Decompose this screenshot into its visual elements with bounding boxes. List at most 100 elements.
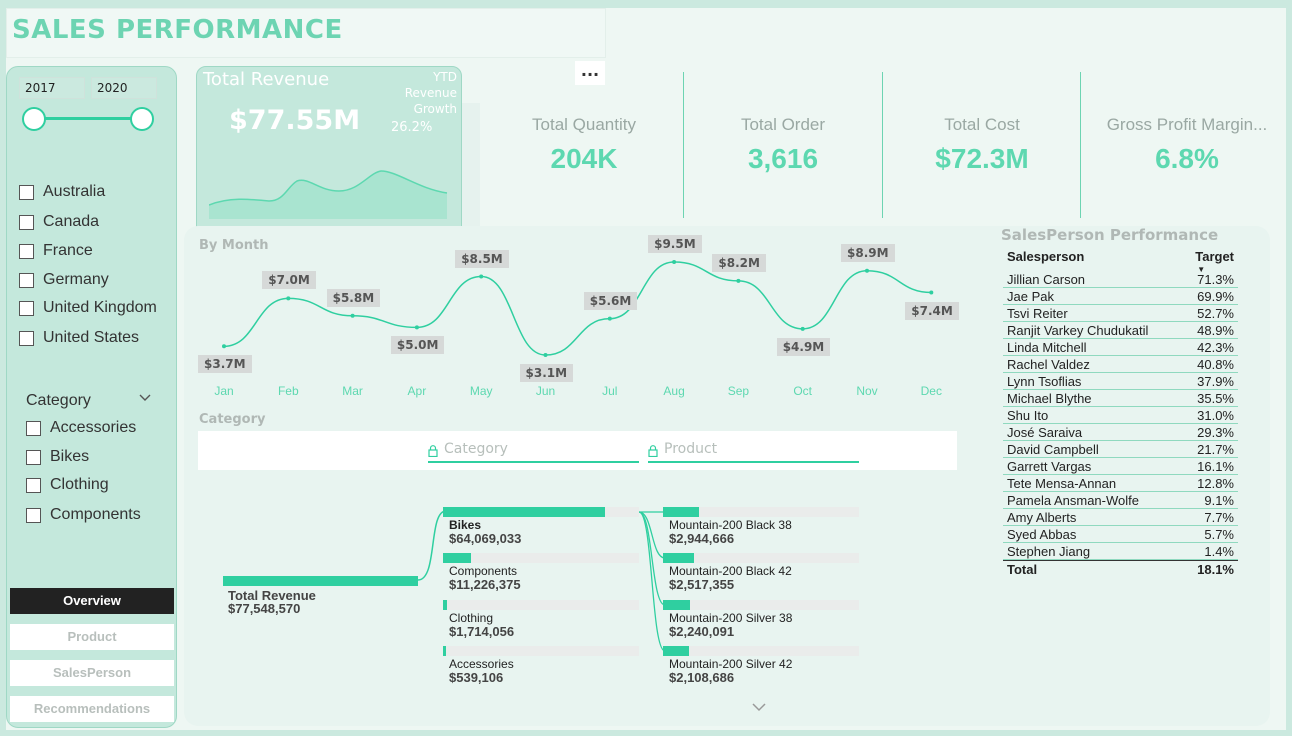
- salesperson-name: Pamela Ansman-Wolfe: [1007, 493, 1139, 508]
- checkbox[interactable]: [26, 507, 41, 523]
- table-row[interactable]: Lynn Tsoflias 37.9%: [1003, 373, 1238, 390]
- x-tick-label: Apr: [407, 384, 427, 398]
- x-tick-label: Jun: [535, 384, 556, 398]
- table-row[interactable]: Linda Mitchell 42.3%: [1003, 339, 1238, 356]
- category-level-field[interactable]: Category: [428, 441, 639, 463]
- salesperson-target: 12.8%: [1197, 476, 1234, 491]
- by-month-line-chart: [222, 260, 934, 357]
- nav-salesperson-button[interactable]: SalesPerson: [10, 660, 174, 686]
- category-value: $1,714,056: [449, 624, 515, 639]
- salesperson-name: David Campbell: [1007, 442, 1099, 457]
- tree-connector: [418, 510, 447, 581]
- category-checkbox-item[interactable]: Components: [26, 506, 141, 524]
- data-point: [414, 325, 419, 330]
- x-tick-label: Dec: [920, 384, 942, 398]
- checkbox[interactable]: [26, 420, 41, 436]
- category-bar[interactable]: [443, 507, 605, 517]
- salesperson-name: Tsvi Reiter: [1007, 306, 1068, 321]
- salesperson-name: Shu Ito: [1007, 408, 1049, 423]
- chevron-down-icon[interactable]: [751, 701, 767, 713]
- table-row[interactable]: Ranjit Varkey Chudukatil 48.9%: [1003, 322, 1238, 339]
- product-value: $2,517,355: [669, 577, 735, 592]
- table-row[interactable]: Michael Blythe 35.5%: [1003, 390, 1238, 407]
- product-bar-track[interactable]: [663, 646, 859, 656]
- data-label: $3.7M: [198, 355, 252, 374]
- data-label: $7.0M: [262, 271, 316, 290]
- nav-product-button[interactable]: Product: [10, 624, 174, 650]
- salesperson-name: Tete Mensa-Annan: [1007, 476, 1117, 491]
- salesperson-target: 35.5%: [1197, 391, 1234, 406]
- table-row[interactable]: Tete Mensa-Annan 12.8%: [1003, 475, 1238, 492]
- salesperson-name: Linda Mitchell: [1007, 340, 1087, 355]
- data-point: [543, 353, 548, 357]
- product-level-field[interactable]: Product: [648, 441, 859, 463]
- connector-line: [639, 511, 666, 606]
- salesperson-target: 48.9%: [1197, 323, 1234, 338]
- table-row[interactable]: Tsvi Reiter 52.7%: [1003, 305, 1238, 322]
- salesperson-target: 37.9%: [1197, 374, 1234, 389]
- salesperson-table: Salesperson Target ▼ Jillian Carson 71.3% J…: [1003, 247, 1238, 578]
- category-checkbox-item[interactable]: Accessories: [26, 419, 136, 437]
- data-point: [865, 268, 869, 273]
- category-bar-track[interactable]: [443, 646, 639, 656]
- category-checkbox-item[interactable]: Clothing: [26, 476, 109, 494]
- table-row[interactable]: José Saraiva 29.3%: [1003, 424, 1238, 441]
- category-bar[interactable]: [443, 646, 446, 656]
- data-label: $7.4M: [905, 301, 959, 320]
- category-name: Bikes: [449, 518, 482, 532]
- table-row[interactable]: Stephen Jiang 1.4%: [1003, 543, 1238, 560]
- checkbox[interactable]: [26, 449, 41, 465]
- salesperson-target: 29.3%: [1197, 425, 1234, 440]
- data-label: $8.9M: [841, 243, 895, 262]
- table-row[interactable]: David Campbell 21.7%: [1003, 441, 1238, 458]
- salesperson-target: 52.7%: [1197, 306, 1234, 321]
- product-value: $2,944,666: [669, 531, 735, 546]
- salesperson-target: 42.3%: [1197, 340, 1234, 355]
- checkbox[interactable]: [26, 477, 41, 493]
- data-label: $9.5M: [648, 235, 702, 253]
- salesperson-target: 9.1%: [1204, 493, 1234, 508]
- category-checkbox-item[interactable]: Bikes: [26, 448, 89, 466]
- data-point: [607, 316, 612, 321]
- salesperson-name: Jae Pak: [1007, 289, 1054, 304]
- data-label: $5.6M: [583, 291, 638, 310]
- category-name: Clothing: [449, 611, 494, 625]
- product-value: $2,240,091: [669, 624, 735, 639]
- data-point: [350, 313, 355, 318]
- checkbox-label: Accessories: [50, 419, 137, 436]
- data-point: [286, 296, 291, 301]
- category-bar[interactable]: [443, 600, 447, 610]
- table-row[interactable]: Syed Abbas 5.7%: [1003, 526, 1238, 543]
- table-row[interactable]: Pamela Ansman-Wolfe 9.1%: [1003, 492, 1238, 509]
- salesperson-name: Michael Blythe: [1007, 391, 1092, 406]
- category-name: Accessories: [449, 657, 514, 671]
- table-row[interactable]: Jae Pak 69.9%: [1003, 288, 1238, 305]
- category-value: $539,106: [449, 670, 504, 685]
- category-bar-track[interactable]: [443, 600, 639, 610]
- data-label: $8.5M: [455, 249, 509, 268]
- product-bar-track[interactable]: [663, 600, 859, 610]
- salesperson-name: Garrett Vargas: [1007, 459, 1092, 474]
- x-tick-label: Jan: [214, 384, 234, 398]
- salesperson-name: Lynn Tsoflias: [1007, 374, 1082, 389]
- table-row[interactable]: Rachel Valdez 40.8%: [1003, 356, 1238, 373]
- table-row[interactable]: Amy Alberts 7.7%: [1003, 509, 1238, 526]
- salesperson-name: Ranjit Varkey Chudukatil: [1007, 323, 1149, 338]
- category-bar-track[interactable]: [443, 553, 639, 563]
- category-bar[interactable]: [443, 553, 471, 563]
- root-value: $77,548,570: [228, 601, 301, 616]
- x-tick-label: Mar: [342, 384, 363, 398]
- data-point: [736, 278, 741, 283]
- root-bar[interactable]: [223, 576, 418, 586]
- data-point: [672, 260, 677, 264]
- data-label: $5.8M: [326, 288, 381, 307]
- nav-recommendations-button[interactable]: Recommendations: [10, 696, 174, 722]
- salesperson-name: Syed Abbas: [1007, 527, 1077, 542]
- nav-overview-button[interactable]: Overview: [10, 588, 174, 614]
- kpi-value: 6.8%: [1155, 143, 1219, 174]
- table-row[interactable]: Garrett Vargas 16.1%: [1003, 458, 1238, 475]
- table-row[interactable]: Shu Ito 31.0%: [1003, 407, 1238, 424]
- salesperson-name: Amy Alberts: [1007, 510, 1077, 525]
- col-salesperson[interactable]: Salesperson: [1007, 247, 1084, 271]
- col-target[interactable]: Target ▼: [1195, 247, 1234, 274]
